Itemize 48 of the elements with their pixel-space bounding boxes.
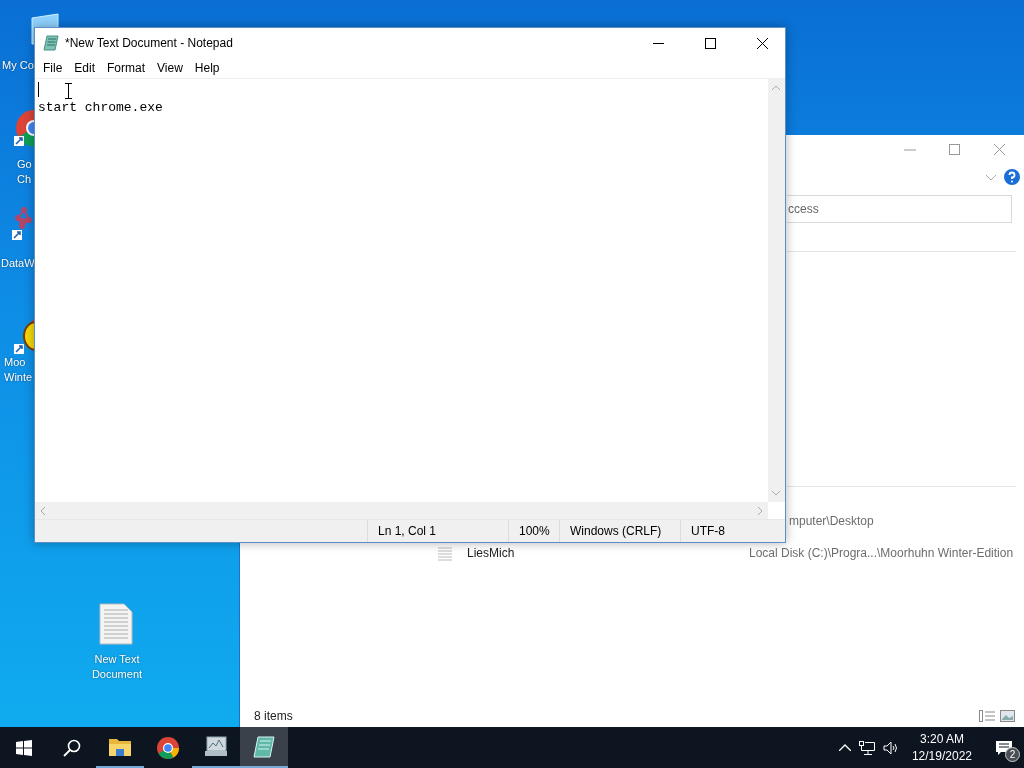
text-cursor-icon	[65, 83, 72, 99]
desktop-icon-label: My Co	[2, 58, 34, 73]
chrome-icon	[156, 735, 180, 760]
desktop-icon-label: Moo	[4, 355, 27, 370]
windows-logo-icon	[16, 739, 32, 756]
text-line: start chrome.exe	[38, 99, 164, 117]
monitor-icon	[204, 735, 228, 758]
volume-icon[interactable]	[882, 740, 898, 755]
details-view-icon[interactable]	[979, 710, 995, 722]
close-icon[interactable]	[756, 37, 768, 49]
network-graph-icon	[12, 206, 32, 240]
thumbnail-view-icon[interactable]	[1000, 710, 1015, 722]
file-location: Local Disk (C:)\Progra...\Moorhuhn Winter-Edition	[749, 546, 1014, 560]
help-icon[interactable]	[1004, 169, 1020, 185]
status-text: UTF-8	[680, 520, 785, 542]
desktop-icon-label: Ch	[17, 172, 32, 187]
text-caret	[38, 82, 39, 98]
path-text: mputer\Desktop	[789, 514, 874, 528]
status-text: Windows (CRLF)	[559, 520, 680, 542]
maximize-icon[interactable]	[704, 37, 716, 49]
menu-item[interactable]: Help	[188, 61, 226, 75]
notification-count: 2	[1005, 747, 1020, 762]
notepad-icon	[43, 35, 59, 51]
menu-item[interactable]: View	[151, 61, 189, 75]
search-icon	[63, 738, 81, 757]
taskbar-button[interactable]	[240, 727, 288, 768]
menu-item[interactable]: Format	[101, 61, 152, 75]
desktop-icon-label: Go	[17, 157, 32, 172]
clock[interactable]: 3:20 AM 12/19/2022	[905, 730, 978, 765]
minimize-icon[interactable]	[652, 42, 664, 44]
desktop-icon-label: New Text	[93, 652, 141, 667]
desktop-icon-label: Document	[90, 667, 144, 682]
text-editor[interactable]: start chrome.exe	[35, 79, 768, 502]
menu-item[interactable]: Edit	[68, 61, 102, 75]
notepad-icon	[252, 734, 276, 759]
desktop-icon-label: DataW	[1, 256, 35, 271]
window-title: *New Text Document - Notepad	[65, 36, 234, 50]
desktop-icon-label: Winte	[4, 370, 33, 385]
file-name[interactable]: LiesMich	[467, 546, 515, 560]
menu-item[interactable]: File	[37, 61, 69, 75]
chevron-up-icon[interactable]	[838, 744, 851, 751]
text-file-icon	[437, 545, 453, 561]
status-text: 100%	[508, 520, 559, 542]
status-text: Ln 1, Col 1	[367, 520, 508, 542]
text-file-icon	[96, 602, 136, 646]
search-field[interactable]: ccess	[787, 195, 1012, 223]
network-icon[interactable]	[858, 740, 875, 755]
item-count: 8 items	[254, 709, 293, 723]
